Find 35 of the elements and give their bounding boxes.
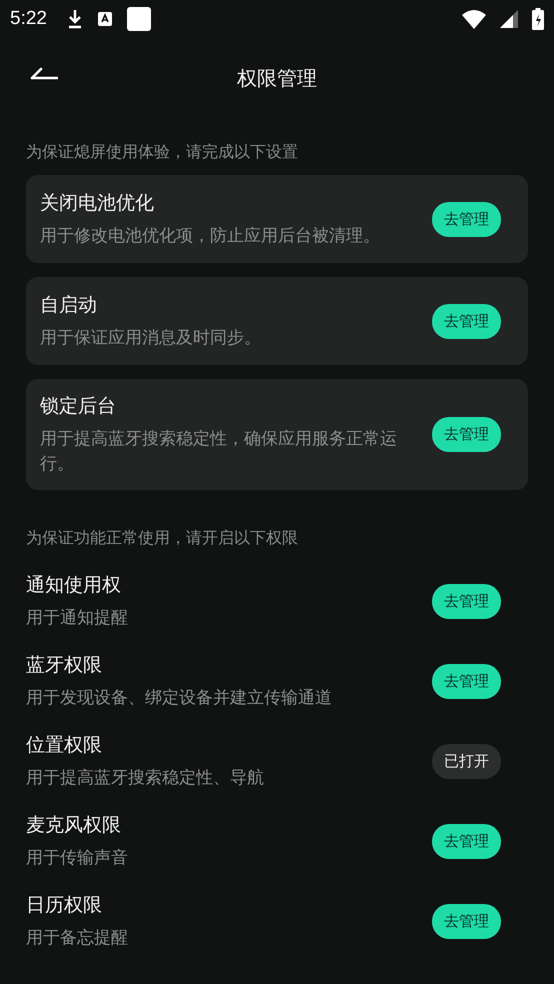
wifi-icon (462, 9, 486, 29)
item-title: 日历权限 (26, 892, 103, 918)
manage-button[interactable]: 去管理 (432, 304, 501, 338)
item-description: 用于传输声音 (26, 846, 129, 870)
manage-button[interactable]: 去管理 (432, 584, 501, 619)
manage-button[interactable]: 去管理 (432, 417, 501, 452)
manage-button[interactable]: 去管理 (432, 202, 501, 236)
manage-button[interactable]: 去管理 (432, 904, 501, 939)
notification-square-icon (126, 7, 151, 31)
item-title: 锁定后台 (40, 394, 117, 419)
item-title: 自启动 (40, 292, 98, 318)
item-title: 麦克风权限 (26, 812, 122, 838)
item-description: 用于提高蓝牙搜索稳定性，确保应用服务正常运行。 (40, 428, 398, 476)
back-arrow-icon[interactable] (30, 66, 58, 80)
opened-button[interactable]: 已打开 (432, 744, 501, 779)
signal-icon (500, 10, 518, 28)
item-description: 用于通知提醒 (26, 606, 129, 630)
page-title: 权限管理 (237, 64, 317, 92)
status-time: 5:22 (10, 8, 47, 30)
item-description: 用于备忘提醒 (26, 926, 129, 950)
item-description: 用于保证应用消息及时同步。 (40, 326, 262, 350)
item-description: 用于修改电池优化项，防止应用后台被清理。 (40, 224, 381, 248)
item-title: 关闭电池优化 (40, 190, 155, 216)
item-title: 位置权限 (26, 732, 103, 758)
download-icon (66, 9, 83, 29)
manage-button[interactable]: 去管理 (432, 824, 501, 859)
item-description: 用于提高蓝牙搜索稳定性、导航 (26, 766, 265, 790)
section-label: 为保证功能正常使用，请开启以下权限 (25, 527, 299, 550)
manage-button[interactable]: 去管理 (432, 664, 501, 699)
battery-icon (532, 8, 544, 30)
item-title: 通知使用权 (26, 572, 122, 598)
keyboard-icon (96, 10, 113, 28)
item-description: 用于发现设备、绑定设备并建立传输通道 (26, 686, 333, 710)
item-title: 蓝牙权限 (26, 652, 103, 678)
section-label: 为保证熄屏使用体验，请完成以下设置 (25, 141, 299, 163)
